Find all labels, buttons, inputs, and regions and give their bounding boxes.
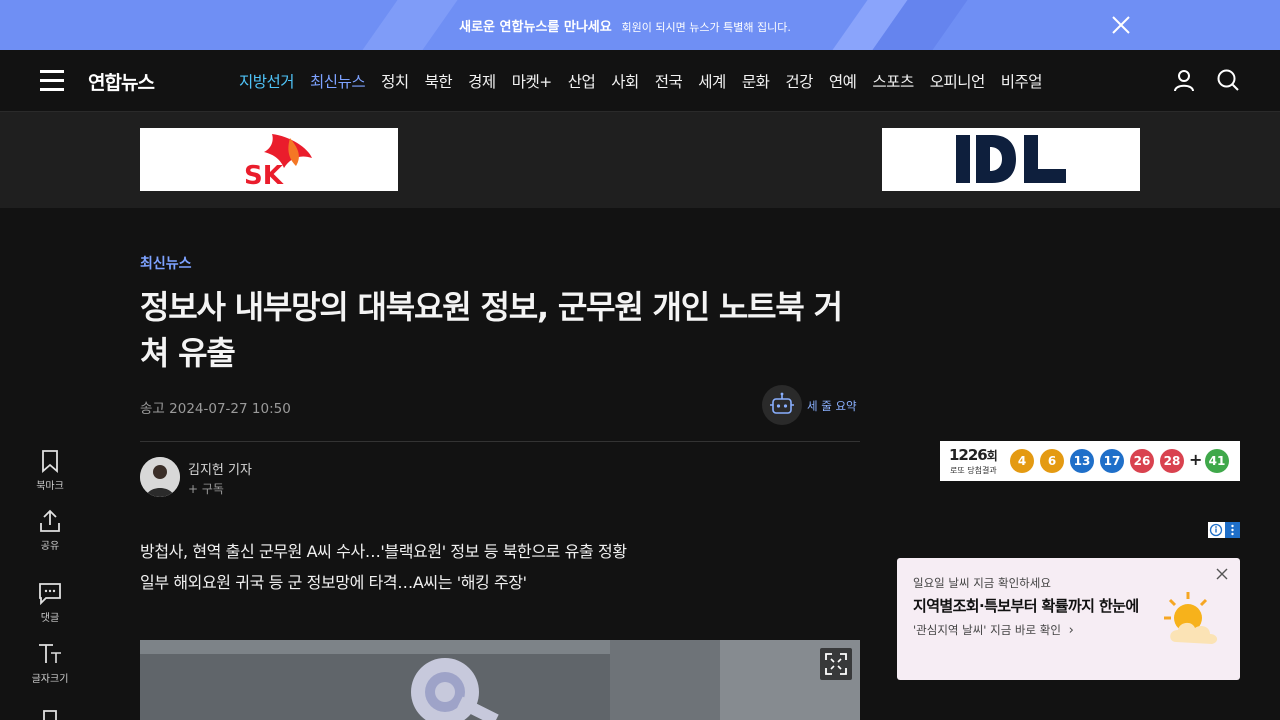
lotto-result-label: 로또 당첨결과 bbox=[950, 466, 997, 475]
weather-ad-link-text: '관심지역 날씨' 지금 바로 확인 bbox=[913, 623, 1061, 637]
menu-item-local-election[interactable]: 지방선거 bbox=[239, 70, 295, 92]
promo-text: 새로운 연합뉴스를 만나세요 회원이 되시면 뉴스가 특별해 집니다. bbox=[0, 16, 1250, 35]
weather-ad[interactable]: 일요일 날씨 지금 확인하세요 지역별조회·특보부터 확률까지 한눈에 '관심지… bbox=[897, 558, 1240, 680]
promo-subtitle: 회원이 되시면 뉴스가 특별해 집니다. bbox=[621, 21, 791, 34]
menu-item-culture[interactable]: 문화 bbox=[742, 70, 770, 92]
font-size-button[interactable]: 글자크기 bbox=[30, 642, 70, 685]
menu-item-world[interactable]: 세계 bbox=[698, 70, 726, 92]
lotto-round: 1226회 bbox=[949, 446, 998, 464]
dl-logo-icon bbox=[956, 135, 1066, 183]
weather-ad-headline: 지역별조회·특보부터 확률까지 한눈에 bbox=[913, 597, 1139, 615]
lotto-ball: 28 bbox=[1160, 449, 1184, 473]
search-icon[interactable] bbox=[1216, 68, 1240, 92]
sun-cloud-icon bbox=[1164, 592, 1218, 644]
photo-image bbox=[140, 640, 860, 720]
ad-banner-sk[interactable]: SK bbox=[140, 128, 398, 191]
lotto-bonus-ball: 41 bbox=[1205, 449, 1229, 473]
menu-item-society[interactable]: 사회 bbox=[611, 70, 639, 92]
menu-item-health[interactable]: 건강 bbox=[785, 70, 813, 92]
site-logo[interactable]: 연합뉴스 bbox=[88, 68, 155, 95]
lotto-ball: 4 bbox=[1010, 449, 1034, 473]
lotto-ball: 13 bbox=[1070, 449, 1094, 473]
article-lead: 방첩사, 현역 출신 군무원 A씨 수사…'블랙요원' 정보 등 북한으로 유출… bbox=[140, 536, 860, 598]
lotto-round-suffix: 회 bbox=[986, 449, 998, 463]
comment-icon bbox=[39, 583, 61, 605]
article-photo[interactable] bbox=[140, 640, 860, 720]
menu-item-sports[interactable]: 스포츠 bbox=[872, 70, 914, 92]
menu-item-latest[interactable]: 최신뉴스 bbox=[310, 70, 366, 92]
print-button[interactable] bbox=[30, 708, 70, 720]
article-dateline: 송고 2024-07-27 10:50 bbox=[140, 397, 291, 417]
sk-logo-icon: SK bbox=[244, 134, 312, 191]
close-icon[interactable] bbox=[1110, 14, 1132, 36]
publish-date: 2024-07-27 10:50 bbox=[169, 401, 291, 417]
lotto-round-number: 1226 bbox=[949, 446, 988, 464]
bookmark-label: 북마크 bbox=[36, 481, 64, 492]
bookmark-icon bbox=[42, 450, 58, 473]
robot-icon bbox=[762, 385, 802, 425]
menu-item-industry[interactable]: 산업 bbox=[568, 70, 596, 92]
lead-line: 일부 해외요원 귀국 등 군 정보망에 타격…A씨는 '해킹 주장' bbox=[140, 573, 527, 592]
lotto-ball: 6 bbox=[1040, 449, 1064, 473]
comment-label: 댓글 bbox=[40, 613, 60, 624]
reporter-avatar[interactable] bbox=[140, 457, 180, 497]
lotto-ball: 17 bbox=[1100, 449, 1124, 473]
article-headline: 정보사 내부망의 대북요원 정보, 군무원 개인 노트북 거쳐 유출 bbox=[140, 288, 843, 372]
menu-item-opinion[interactable]: 오피니언 bbox=[930, 70, 986, 92]
weather-ad-link[interactable]: '관심지역 날씨' 지금 바로 확인 › bbox=[913, 622, 1074, 638]
menu-item-politics[interactable]: 정치 bbox=[381, 70, 409, 92]
ad-banner-dl[interactable] bbox=[882, 128, 1140, 191]
menu-item-north-korea[interactable]: 북한 bbox=[425, 70, 453, 92]
lead-line: 방첩사, 현역 출신 군무원 A씨 수사…'블랙요원' 정보 등 북한으로 유출… bbox=[140, 542, 627, 561]
bookmark-button[interactable]: 북마크 bbox=[30, 449, 70, 492]
chevron-right-icon: › bbox=[1068, 623, 1074, 638]
lotto-ball: 26 bbox=[1130, 449, 1154, 473]
divider bbox=[140, 441, 860, 442]
share-button[interactable]: 공유 bbox=[30, 509, 70, 552]
svg-text:SK: SK bbox=[244, 161, 284, 191]
date-label: 송고 bbox=[140, 401, 165, 417]
lotto-plus: + bbox=[1189, 450, 1203, 469]
summary-label: 세 줄 요약 bbox=[807, 399, 857, 413]
menu-icon[interactable] bbox=[40, 70, 64, 91]
user-icon[interactable] bbox=[1172, 68, 1196, 92]
share-label: 공유 bbox=[40, 541, 60, 552]
print-icon bbox=[43, 710, 57, 720]
top-navigation: 연합뉴스 지방선거 최신뉴스 정치 북한 경제 마켓+ 산업 사회 전국 세계 … bbox=[0, 50, 1280, 112]
article-section[interactable]: 최신뉴스 bbox=[140, 253, 192, 273]
main-menu: 지방선거 최신뉴스 정치 북한 경제 마켓+ 산업 사회 전국 세계 문화 건강… bbox=[239, 70, 1058, 92]
reporter-name[interactable]: 김지헌 기자 bbox=[188, 459, 252, 478]
three-line-summary-button[interactable]: 세 줄 요약 bbox=[762, 385, 860, 425]
ad-choices-icon[interactable] bbox=[1208, 522, 1240, 538]
font-size-icon bbox=[39, 644, 61, 663]
close-icon[interactable] bbox=[1215, 567, 1229, 581]
menu-item-visual[interactable]: 비주얼 bbox=[1001, 70, 1043, 92]
menu-item-market[interactable]: 마켓+ bbox=[512, 70, 553, 92]
menu-item-entertainment[interactable]: 연예 bbox=[829, 70, 857, 92]
menu-item-nationwide[interactable]: 전국 bbox=[655, 70, 683, 92]
menu-item-economy[interactable]: 경제 bbox=[468, 70, 496, 92]
ad-band: SK bbox=[0, 112, 1280, 208]
subscribe-button[interactable]: + 구독 bbox=[188, 480, 224, 497]
promo-banner[interactable]: 새로운 연합뉴스를 만나세요 회원이 되시면 뉴스가 특별해 집니다. bbox=[0, 0, 1280, 50]
share-icon bbox=[40, 509, 60, 532]
font-size-label: 글자크기 bbox=[31, 674, 69, 685]
comment-button[interactable]: 댓글 bbox=[30, 581, 70, 624]
weather-ad-line1: 일요일 날씨 지금 확인하세요 bbox=[913, 576, 1051, 590]
expand-icon[interactable] bbox=[820, 648, 852, 680]
promo-title: 새로운 연합뉴스를 만나세요 bbox=[459, 20, 612, 35]
